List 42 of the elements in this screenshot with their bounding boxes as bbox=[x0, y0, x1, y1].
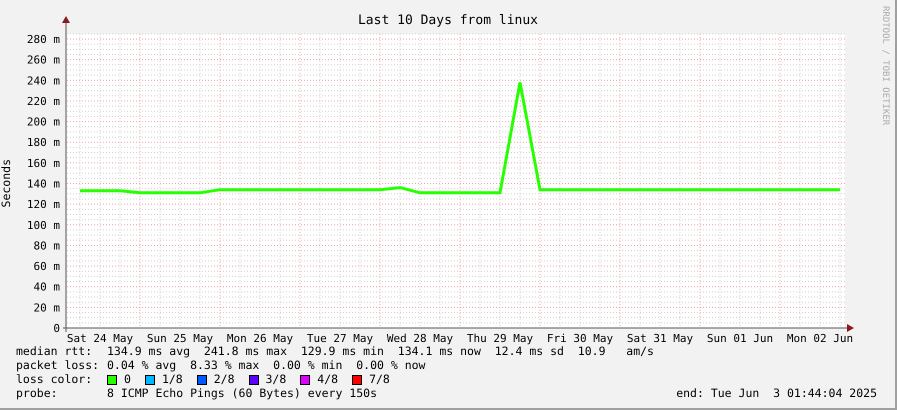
x-tick-label: Wed 28 May bbox=[386, 332, 454, 345]
x-tick-label: Fri 30 May bbox=[546, 332, 614, 345]
y-axis-label: Seconds bbox=[1, 158, 13, 208]
y-tick-label: 120 m bbox=[26, 198, 60, 212]
y-tick-label: 160 m bbox=[26, 156, 60, 170]
y-tick-label: 100 m bbox=[26, 218, 60, 232]
x-tick-label: Sat 24 May bbox=[66, 332, 134, 345]
x-tick-label: Tue 27 May bbox=[306, 332, 374, 345]
x-tick-label: Sun 25 May bbox=[146, 332, 214, 345]
x-tick-label: Mon 26 May bbox=[226, 332, 294, 345]
y-tick-label: 180 m bbox=[26, 136, 60, 150]
y-tick-label: 20 m bbox=[34, 301, 60, 314]
legend-value: 8 ICMP Echo Pings (60 Bytes) every 150s bbox=[107, 388, 378, 400]
swatch-label: 4/8 bbox=[317, 374, 338, 386]
credit-text: RRDTOOL / TOBI OETIKER bbox=[880, 6, 889, 126]
swatch-label: 1/8 bbox=[162, 374, 183, 386]
swatch-label: 7/8 bbox=[369, 374, 390, 386]
y-tick-label: 40 m bbox=[34, 280, 60, 294]
legend-label: median rtt: bbox=[16, 346, 94, 358]
x-tick-label: Mon 02 Jun bbox=[786, 332, 854, 345]
y-tick-label: 260 m bbox=[26, 54, 60, 67]
y-tick-label: 80 m bbox=[34, 239, 60, 252]
y-tick-label: 240 m bbox=[26, 74, 60, 88]
swatch-label: 2/8 bbox=[214, 374, 234, 386]
legend-value: 134.9 ms avg 241.8 ms max 129.9 ms min 134.1 ms now 12.4 ms sd 10.9 am/s bbox=[107, 346, 654, 358]
y-tick-label: 220 m bbox=[26, 94, 60, 108]
end-time: end: Tue Jun 3 01:44:04 2025 bbox=[676, 388, 877, 400]
y-tick-label: 280 m bbox=[26, 33, 60, 46]
swatch-label: 3/8 bbox=[266, 374, 286, 386]
y-tick-label: 60 m bbox=[34, 260, 60, 274]
y-tick-label: 0 bbox=[53, 322, 60, 335]
x-tick-label: Thu 29 May bbox=[466, 332, 534, 345]
legend-label: loss color: bbox=[16, 374, 94, 386]
y-tick-label: 200 m bbox=[26, 116, 60, 129]
swatch-label: 0 bbox=[124, 374, 131, 386]
x-tick-label: Sat 31 May bbox=[626, 332, 694, 345]
y-tick-label: 140 m bbox=[26, 178, 60, 191]
x-tick-label: Sun 01 Jun bbox=[706, 332, 774, 345]
chart-title: Last 10 Days from linux bbox=[358, 13, 538, 28]
legend-label: packet loss: bbox=[16, 360, 100, 372]
legend-value: 0.04 % avg 8.33 % max 0.00 % min 0.00 % now bbox=[107, 360, 426, 372]
legend-label: probe: bbox=[16, 388, 59, 400]
